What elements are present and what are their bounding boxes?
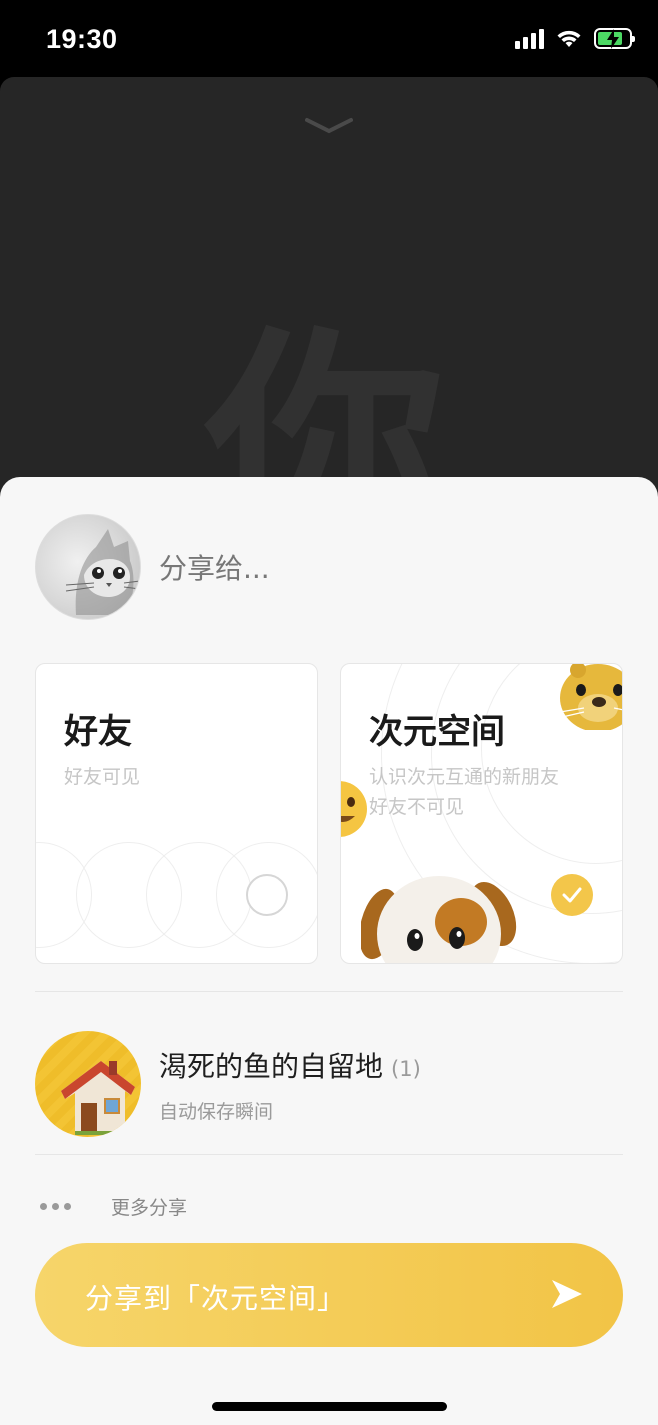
album-name: 渴死的鱼的自留地 (159, 1049, 384, 1083)
share-button[interactable]: 分享到「次元空间」 (35, 1243, 623, 1347)
more-dots-icon (40, 1203, 71, 1210)
divider (35, 991, 623, 992)
option-card-dimension-space[interactable]: 次元空间 认识次元互通的新朋友 好友不可见 (340, 663, 623, 964)
radio-unchecked[interactable] (246, 874, 288, 916)
option-subtitle: 好友可见 (64, 766, 141, 788)
signal-icon (515, 28, 544, 49)
option-subtitle-line: 好友不可见 (369, 796, 465, 818)
divider (35, 1154, 623, 1155)
album-avatar (35, 1031, 141, 1137)
option-title: 好友 (64, 712, 132, 752)
status-bar: 19:30 (0, 0, 658, 78)
home-indicator (212, 1402, 447, 1411)
dog-emoji-icon (361, 876, 517, 963)
smile-emoji-icon (341, 781, 367, 837)
otter-emoji-icon (557, 664, 622, 730)
send-icon (552, 1280, 582, 1308)
share-to-label: 分享给... (159, 552, 270, 585)
album-text: 渴死的鱼的自留地 (1) 自动保存瞬间 (159, 1045, 421, 1124)
status-time: 19:30 (46, 24, 118, 54)
avatar (35, 514, 141, 620)
chevron-down-icon[interactable] (305, 117, 353, 135)
option-subtitle: 认识次元互通的新朋友 好友不可见 (369, 762, 559, 822)
cat-avatar-image (65, 529, 140, 615)
share-sheet: 分享给... 好友 好友可见 次元空间 认识次元互通的新朋友 好友不可见 渴死的… (0, 477, 658, 1425)
option-subtitle-line: 认识次元互通的新朋友 (369, 766, 560, 788)
checkmark-icon (562, 887, 582, 903)
option-card-friends[interactable]: 好友 好友可见 (35, 663, 318, 964)
status-icons (515, 28, 635, 49)
battery-icon (594, 28, 635, 49)
album-name-line: 渴死的鱼的自留地 (1) (159, 1045, 421, 1085)
album-row[interactable]: 渴死的鱼的自留地 (1) 自动保存瞬间 (35, 1031, 623, 1137)
radio-checked[interactable] (551, 874, 593, 916)
album-count: (1) (391, 1056, 421, 1081)
option-title: 次元空间 (369, 712, 505, 752)
house-icon (61, 1061, 135, 1135)
album-subtitle: 自动保存瞬间 (159, 1100, 274, 1123)
more-share-label: 更多分享 (111, 1197, 188, 1219)
wifi-icon (557, 30, 581, 47)
more-share-row[interactable]: 更多分享 (40, 1193, 187, 1220)
share-header: 分享给... (35, 514, 270, 620)
share-button-label: 分享到「次元空间」 (85, 1283, 347, 1314)
